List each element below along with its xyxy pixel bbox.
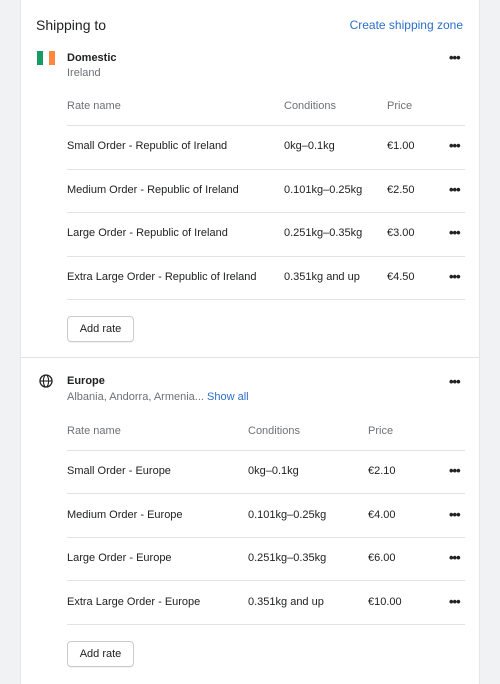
- rate-price: €2.10: [368, 465, 396, 477]
- zone-name: Europe: [67, 375, 105, 387]
- rate-conditions: 0.351kg and up: [248, 596, 324, 608]
- rate-more-actions-button[interactable]: •••: [449, 551, 461, 564]
- rate-price: €10.00: [368, 596, 402, 608]
- add-rate-button[interactable]: Add rate: [67, 641, 134, 667]
- column-header-conditions: Conditions: [248, 425, 300, 437]
- table-divider: [67, 450, 465, 451]
- rate-conditions: 0.101kg–0.25kg: [248, 509, 327, 521]
- rate-conditions: 0.251kg–0.35kg: [248, 552, 327, 564]
- table-divider: [67, 493, 465, 494]
- rate-name: Medium Order - Europe: [67, 509, 183, 521]
- globe-icon: [39, 374, 53, 388]
- column-header-price: Price: [368, 425, 394, 437]
- rate-more-actions-button[interactable]: •••: [449, 595, 461, 608]
- rate-conditions: 0kg–0.1kg: [248, 465, 299, 477]
- rate-name: Extra Large Order - Europe: [67, 596, 201, 608]
- show-all-link[interactable]: Show all: [207, 391, 249, 403]
- zone-more-actions-button[interactable]: •••: [449, 375, 461, 388]
- rate-more-actions-button[interactable]: •••: [449, 508, 461, 521]
- column-header-rate-name: Rate name: [67, 425, 121, 437]
- rate-name: Large Order - Europe: [67, 552, 172, 564]
- rate-name: Small Order - Europe: [67, 465, 171, 477]
- table-divider: [67, 624, 465, 625]
- table-divider: [67, 537, 465, 538]
- shipping-zones-card: Shipping to Create shipping zone Domesti…: [20, 0, 480, 684]
- rate-price: €6.00: [368, 552, 396, 564]
- table-divider: [67, 580, 465, 581]
- zone-countries: Albania, Andorra, Armenia... Show all: [67, 391, 249, 403]
- rate-more-actions-button[interactable]: •••: [449, 464, 461, 477]
- zone-countries-text: Albania, Andorra, Armenia...: [67, 391, 204, 403]
- rate-price: €4.00: [368, 509, 396, 521]
- zone-europe: Europe Albania, Andorra, Armenia... Show…: [21, 0, 479, 684]
